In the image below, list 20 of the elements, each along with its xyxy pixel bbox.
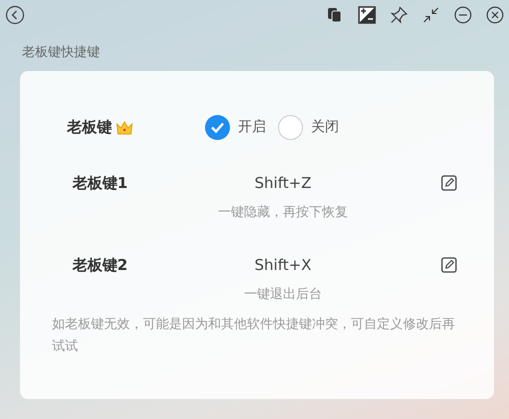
hint-text: 如老板键无效，可能是因为和其他软件快捷键冲突，可自定义修改后再试试 xyxy=(51,316,456,356)
shortcut-description: 一键隐藏，再按下恢复 xyxy=(217,204,349,222)
radio-option[interactable]: 开启 xyxy=(205,115,266,140)
contrast-button[interactable] xyxy=(357,5,377,25)
shortcut-keys: Shift+Z xyxy=(180,172,386,194)
close-button[interactable] xyxy=(485,5,505,25)
shortcut-label: 老板键1 xyxy=(71,173,129,194)
edit-button[interactable] xyxy=(439,173,459,194)
shortcut-keys: Shift+X xyxy=(180,254,386,276)
radio-option[interactable]: 关闭 xyxy=(278,115,339,140)
section-title: 老板键快捷键 xyxy=(22,44,101,62)
shortcut-label: 老板键2 xyxy=(71,255,129,276)
pin-button[interactable] xyxy=(389,5,409,25)
shortcut-description: 一键退出后台 xyxy=(243,286,323,304)
setting-label: 老板键 xyxy=(67,117,112,138)
collapse-button[interactable] xyxy=(421,5,441,25)
minimize-button[interactable] xyxy=(453,5,473,25)
back-button[interactable] xyxy=(5,5,25,25)
crown-icon xyxy=(116,120,133,134)
edit-button[interactable] xyxy=(439,255,459,276)
